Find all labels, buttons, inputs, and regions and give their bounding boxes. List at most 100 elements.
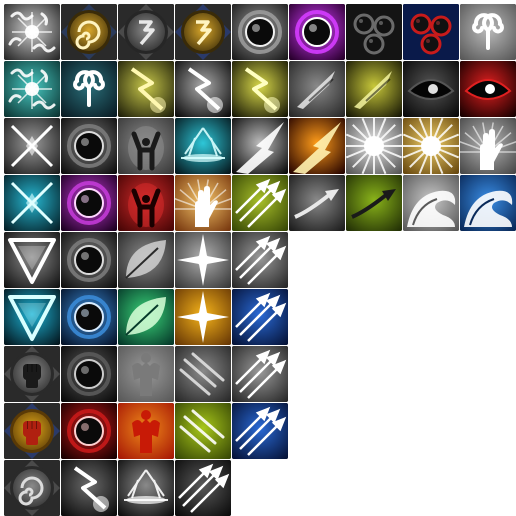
- blue-arrow-volley-icon: [232, 403, 288, 459]
- red-flexing-figure-icon: [118, 403, 174, 459]
- grey-leaf-icon-graphic: [118, 232, 174, 288]
- grey-glowing-hand-icon-graphic: [460, 118, 516, 174]
- grey-arrow-volley-icon: [175, 346, 231, 402]
- red-eye-icon-graphic: [460, 61, 516, 117]
- magenta-orb-icon: [61, 175, 117, 231]
- olive-slash-claw-icon-graphic: [346, 61, 402, 117]
- dark-eye-icon-graphic: [403, 61, 459, 117]
- gold-star-flash-icon-graphic: [175, 289, 231, 345]
- red-orb-icon-graphic: [61, 403, 117, 459]
- grey-orb-ring-icon: [232, 4, 288, 60]
- gold-radiant-burst-icon-graphic: [403, 118, 459, 174]
- grey-arrow-volley-icon-graphic: [175, 346, 231, 402]
- dark-orb-icon-graphic: [61, 346, 117, 402]
- icon-row: [4, 4, 516, 60]
- cyan-triangle-shield-icon-graphic: [4, 289, 60, 345]
- icon-row: [4, 118, 516, 174]
- gold-rune-medallion-icon: [175, 4, 231, 60]
- grey-orb-icon-graphic: [61, 118, 117, 174]
- dark-orb-icon: [61, 346, 117, 402]
- gold-spiral-medallion-icon-graphic: [61, 4, 117, 60]
- grey-raised-arms-figure-icon: [118, 118, 174, 174]
- lime-triple-arrows-icon: [232, 175, 288, 231]
- red-flexing-figure-icon-graphic: [118, 403, 174, 459]
- grey-arrow-pair-icon-graphic: [175, 460, 231, 516]
- blue-wave-icon: [460, 175, 516, 231]
- grey-dash-streak-icon: [232, 118, 288, 174]
- gold-lightning-strike-icon-graphic: [118, 61, 174, 117]
- grey-star-flash-icon-graphic: [175, 232, 231, 288]
- grey-wave-icon-graphic: [403, 175, 459, 231]
- grey-arrow-streak-icon: [289, 175, 345, 231]
- grey-arrow-volley-alt-icon: [232, 346, 288, 402]
- fire-dash-streak-icon: [289, 118, 345, 174]
- icon-row: [4, 346, 288, 402]
- red-blue-triple-orbs-icon-graphic: [403, 4, 459, 60]
- grey-orb-ring-icon-graphic: [232, 4, 288, 60]
- red-eye-icon: [460, 61, 516, 117]
- grey-triple-orbs-icon-graphic: [346, 4, 402, 60]
- wind-swirl-icon-graphic: [4, 4, 60, 60]
- blue-orb-icon: [61, 289, 117, 345]
- grey-lightning-burst-icon-graphic: [175, 61, 231, 117]
- grey-arrow-streak-icon-graphic: [289, 175, 345, 231]
- lime-arrow-streak-icon-graphic: [346, 175, 402, 231]
- dark-eye-icon: [403, 61, 459, 117]
- icon-row: [4, 403, 288, 459]
- white-ram-horns-icon-graphic: [460, 4, 516, 60]
- grey-leaf-icon: [118, 232, 174, 288]
- yellow-lightning-burst-icon: [232, 61, 288, 117]
- cyan-spike-burst-icon: [175, 118, 231, 174]
- grey-cross-blades-icon: [4, 118, 60, 174]
- grey-glowing-hand-icon: [460, 118, 516, 174]
- white-radiant-burst-icon: [346, 118, 402, 174]
- grey-fist-medallion-icon: [4, 346, 60, 402]
- gold-star-flash-icon: [175, 289, 231, 345]
- grey-spike-burst-icon: [118, 460, 174, 516]
- blue-triple-arrows-icon-graphic: [232, 289, 288, 345]
- cyan-cross-blades-icon-graphic: [4, 175, 60, 231]
- grey-slash-claw-icon: [289, 61, 345, 117]
- white-ram-horns-icon: [460, 4, 516, 60]
- grey-arrow-pair-icon: [175, 460, 231, 516]
- grey-triangle-shield-icon-graphic: [4, 232, 60, 288]
- ram-horns-icon-graphic: [61, 61, 117, 117]
- purple-orb-ring-icon: [289, 4, 345, 60]
- grey-triangle-shield-icon: [4, 232, 60, 288]
- blue-triple-arrows-icon: [232, 289, 288, 345]
- gold-radiant-burst-icon: [403, 118, 459, 174]
- icon-row: [4, 232, 288, 288]
- grey-orb-icon-graphic: [61, 232, 117, 288]
- white-radiant-burst-icon-graphic: [346, 118, 402, 174]
- blue-orb-icon-graphic: [61, 289, 117, 345]
- green-leaf-icon: [118, 289, 174, 345]
- lime-arrow-volley-icon: [175, 403, 231, 459]
- cyan-triangle-shield-icon: [4, 289, 60, 345]
- grey-wave-icon: [403, 175, 459, 231]
- icon-row: [4, 61, 516, 117]
- grey-orb-icon: [61, 232, 117, 288]
- lime-triple-arrows-icon-graphic: [232, 175, 288, 231]
- gold-spiral-medallion-icon: [61, 4, 117, 60]
- grey-orb-icon: [61, 118, 117, 174]
- grey-raised-arms-figure-icon-graphic: [118, 118, 174, 174]
- grey-lightning-burst-icon: [175, 61, 231, 117]
- teal-wind-swirl-icon-graphic: [4, 61, 60, 117]
- cyan-spike-burst-icon-graphic: [175, 118, 231, 174]
- lime-arrow-streak-icon: [346, 175, 402, 231]
- grey-spike-burst-icon-graphic: [118, 460, 174, 516]
- grey-triple-arrows-icon-graphic: [232, 232, 288, 288]
- ram-horns-icon: [61, 61, 117, 117]
- grey-cross-blades-icon-graphic: [4, 118, 60, 174]
- teal-wind-swirl-icon: [4, 61, 60, 117]
- grey-arrow-volley-alt-icon-graphic: [232, 346, 288, 402]
- cyan-cross-blades-icon: [4, 175, 60, 231]
- icon-row: [4, 460, 231, 516]
- green-leaf-icon-graphic: [118, 289, 174, 345]
- magenta-orb-icon-graphic: [61, 175, 117, 231]
- lime-arrow-volley-icon-graphic: [175, 403, 231, 459]
- grey-spiral-medallion-icon-graphic: [4, 460, 60, 516]
- grey-lightning-zigzag-icon-graphic: [61, 460, 117, 516]
- grey-fist-medallion-icon-graphic: [4, 346, 60, 402]
- gold-glowing-hand-icon: [175, 175, 231, 231]
